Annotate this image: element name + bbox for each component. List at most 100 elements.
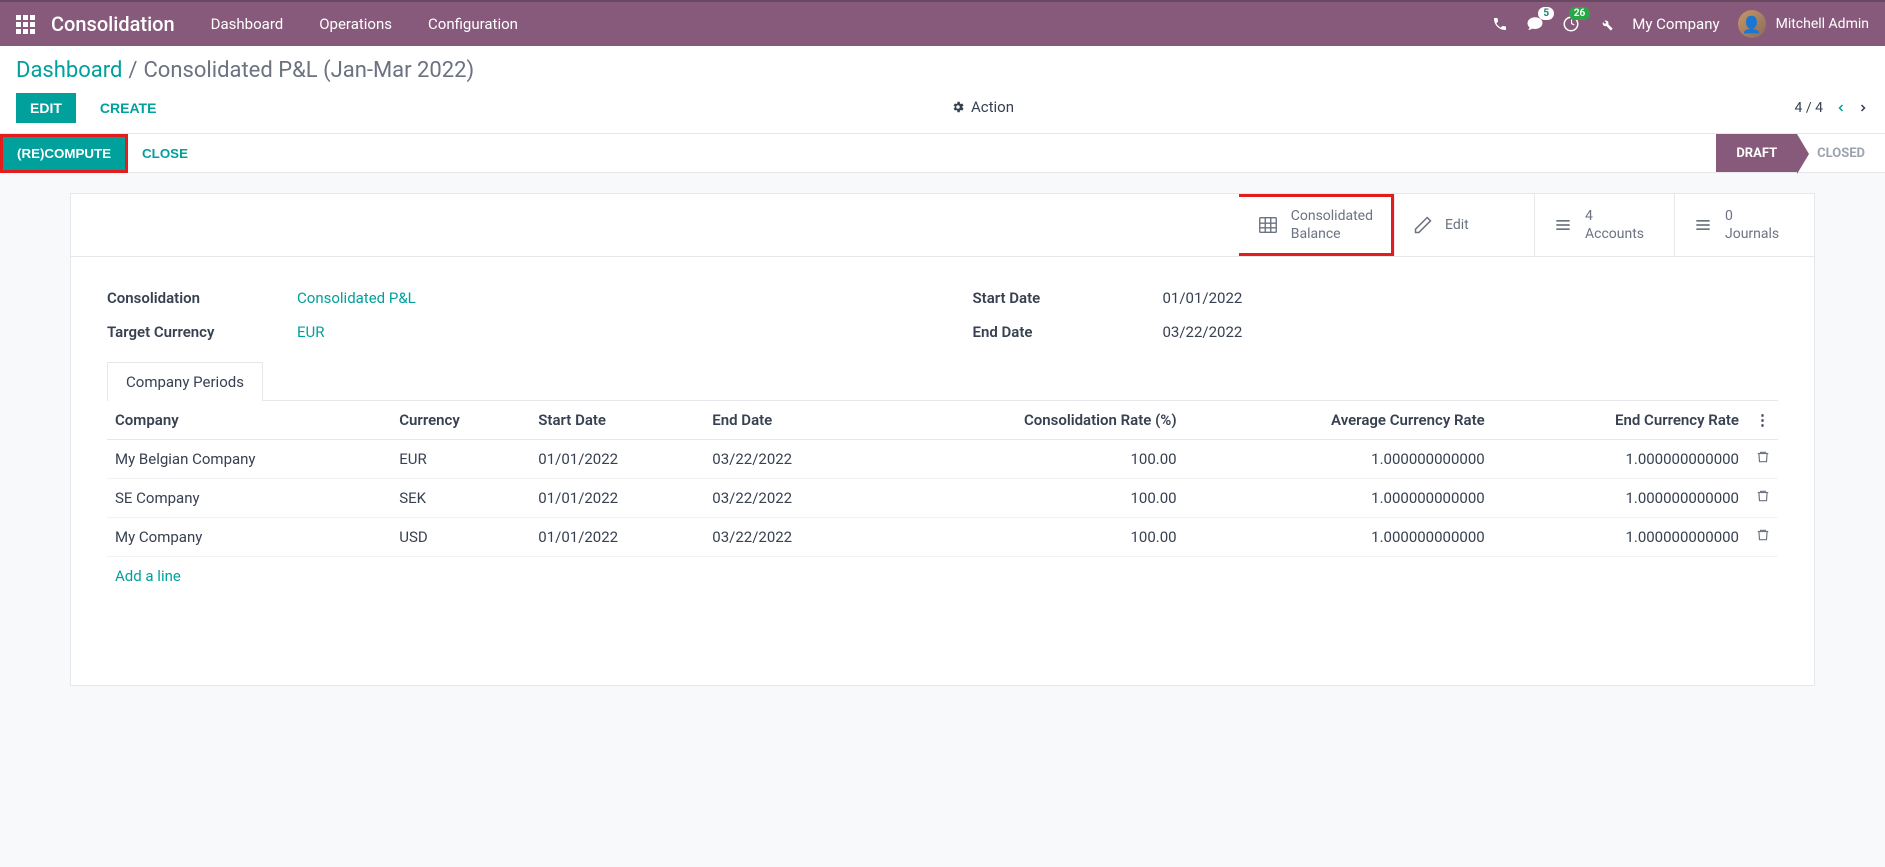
field-consolidation: Consolidation Consolidated P&L <box>107 289 913 307</box>
status-bar: (RE)COMPUTE CLOSE DRAFT CLOSED <box>0 133 1885 173</box>
cell-avg: 1.000000000000 <box>1185 440 1493 479</box>
value-start-date: 01/01/2022 <box>1163 289 1243 307</box>
recompute-button[interactable]: (RE)COMPUTE <box>3 137 125 170</box>
value-end-date: 03/22/2022 <box>1163 323 1243 341</box>
stage-closed[interactable]: CLOSED <box>1797 134 1885 172</box>
action-menu[interactable]: Action <box>951 98 1014 116</box>
row-delete-icon[interactable] <box>1747 479 1778 518</box>
gear-icon <box>951 100 965 114</box>
menu-configuration[interactable]: Configuration <box>428 15 518 33</box>
avatar: 👤 <box>1738 10 1766 38</box>
stat-accounts-label: Accounts <box>1585 225 1644 243</box>
stat-accounts-count: 4 <box>1585 207 1644 225</box>
form-grid: Consolidation Consolidated P&L Start Dat… <box>71 257 1814 361</box>
table-row[interactable]: My Belgian CompanyEUR01/01/202203/22/202… <box>107 440 1778 479</box>
stat-journals-count: 0 <box>1725 207 1779 225</box>
label-end-date: End Date <box>973 323 1163 341</box>
th-company: Company <box>107 401 391 440</box>
breadcrumb-current: Consolidated P&L (Jan-Mar 2022) <box>143 58 474 83</box>
row-delete-icon[interactable] <box>1747 440 1778 479</box>
create-button[interactable]: CREATE <box>86 93 171 123</box>
breadcrumb-sep: / <box>128 58 137 83</box>
cell-endc: 1.000000000000 <box>1493 518 1747 557</box>
phone-icon[interactable] <box>1492 16 1508 32</box>
tabs: Company Periods <box>71 361 1814 401</box>
field-target-currency: Target Currency EUR <box>107 323 913 341</box>
row-delete-icon[interactable] <box>1747 518 1778 557</box>
stat-accounts[interactable]: 4 Accounts <box>1534 194 1674 256</box>
stage-draft[interactable]: DRAFT <box>1716 134 1797 172</box>
th-endc: End Currency Rate <box>1493 401 1747 440</box>
control-row: EDIT CREATE Action 4 / 4 <box>16 93 1869 123</box>
cell-avg: 1.000000000000 <box>1185 518 1493 557</box>
stat-consolidated-balance[interactable]: Consolidated Balance <box>1239 194 1394 256</box>
list-icon <box>1553 215 1573 235</box>
cell-rate: 100.00 <box>878 479 1184 518</box>
tab-company-periods[interactable]: Company Periods <box>107 362 263 401</box>
table-row[interactable]: SE CompanySEK01/01/202203/22/2022100.001… <box>107 479 1778 518</box>
apps-icon[interactable] <box>16 15 35 34</box>
table-row[interactable]: My CompanyUSD01/01/202203/22/2022100.001… <box>107 518 1778 557</box>
top-nav: Consolidation Dashboard Operations Confi… <box>0 0 1885 46</box>
cell-start: 01/01/2022 <box>530 440 704 479</box>
cell-rate: 100.00 <box>878 518 1184 557</box>
action-label: Action <box>971 98 1014 116</box>
th-rate: Consolidation Rate (%) <box>878 401 1184 440</box>
activities-badge: 26 <box>1569 7 1590 20</box>
activities-icon[interactable]: 26 <box>1562 15 1580 33</box>
pager-next-icon[interactable] <box>1857 100 1869 116</box>
list-icon <box>1693 215 1713 235</box>
main: Consolidated Balance Edit 4 Accounts 0 <box>0 173 1885 706</box>
cell-end: 03/22/2022 <box>704 518 878 557</box>
label-target-currency: Target Currency <box>107 323 297 341</box>
tab-list: Company Periods <box>107 361 1778 401</box>
close-button[interactable]: CLOSE <box>128 137 202 170</box>
label-consolidation: Consolidation <box>107 289 297 307</box>
company-selector[interactable]: My Company <box>1632 15 1719 33</box>
stat-bar: Consolidated Balance Edit 4 Accounts 0 <box>71 194 1814 257</box>
breadcrumb-root[interactable]: Dashboard <box>16 58 122 83</box>
th-start: Start Date <box>530 401 704 440</box>
cell-company: SE Company <box>107 479 391 518</box>
cell-company: My Company <box>107 518 391 557</box>
nav-right: 5 26 My Company 👤 Mitchell Admin <box>1492 10 1869 38</box>
stat-balance-line2: Balance <box>1291 225 1373 243</box>
th-options[interactable]: ⋮ <box>1747 401 1778 440</box>
th-currency: Currency <box>391 401 530 440</box>
company-periods-table: Company Currency Start Date End Date Con… <box>107 401 1778 557</box>
tools-icon[interactable] <box>1598 16 1614 32</box>
stage-bar: DRAFT CLOSED <box>1716 134 1885 172</box>
cell-start: 01/01/2022 <box>530 479 704 518</box>
pager-prev-icon[interactable] <box>1835 100 1847 116</box>
menu-dashboard[interactable]: Dashboard <box>211 15 284 33</box>
stat-balance-line1: Consolidated <box>1291 207 1373 225</box>
pager: 4 / 4 <box>1795 100 1869 116</box>
cell-currency: EUR <box>391 440 530 479</box>
pencil-icon <box>1413 215 1433 235</box>
stat-edit[interactable]: Edit <box>1394 194 1534 256</box>
cell-company: My Belgian Company <box>107 440 391 479</box>
value-consolidation[interactable]: Consolidated P&L <box>297 289 416 307</box>
cell-endc: 1.000000000000 <box>1493 440 1747 479</box>
value-target-currency[interactable]: EUR <box>297 323 325 341</box>
th-end: End Date <box>704 401 878 440</box>
table-wrap: Company Currency Start Date End Date Con… <box>71 401 1814 685</box>
app-brand: Consolidation <box>51 12 175 36</box>
pager-text: 4 / 4 <box>1795 100 1823 116</box>
stat-edit-label: Edit <box>1445 216 1469 234</box>
cell-end: 03/22/2022 <box>704 479 878 518</box>
stat-journals-label: Journals <box>1725 225 1779 243</box>
control-bar: Dashboard / Consolidated P&L (Jan-Mar 20… <box>0 46 1885 133</box>
add-line-button[interactable]: Add a line <box>107 557 1778 595</box>
edit-button[interactable]: EDIT <box>16 93 76 123</box>
form-card: Consolidated Balance Edit 4 Accounts 0 <box>70 193 1815 686</box>
stat-journals[interactable]: 0 Journals <box>1674 194 1814 256</box>
th-avg: Average Currency Rate <box>1185 401 1493 440</box>
main-menu: Dashboard Operations Configuration <box>211 15 518 33</box>
user-menu[interactable]: 👤 Mitchell Admin <box>1738 10 1869 38</box>
grid-icon <box>1257 214 1279 236</box>
messages-badge: 5 <box>1538 7 1554 20</box>
menu-operations[interactable]: Operations <box>319 15 392 33</box>
label-start-date: Start Date <box>973 289 1163 307</box>
messages-icon[interactable]: 5 <box>1526 15 1544 33</box>
